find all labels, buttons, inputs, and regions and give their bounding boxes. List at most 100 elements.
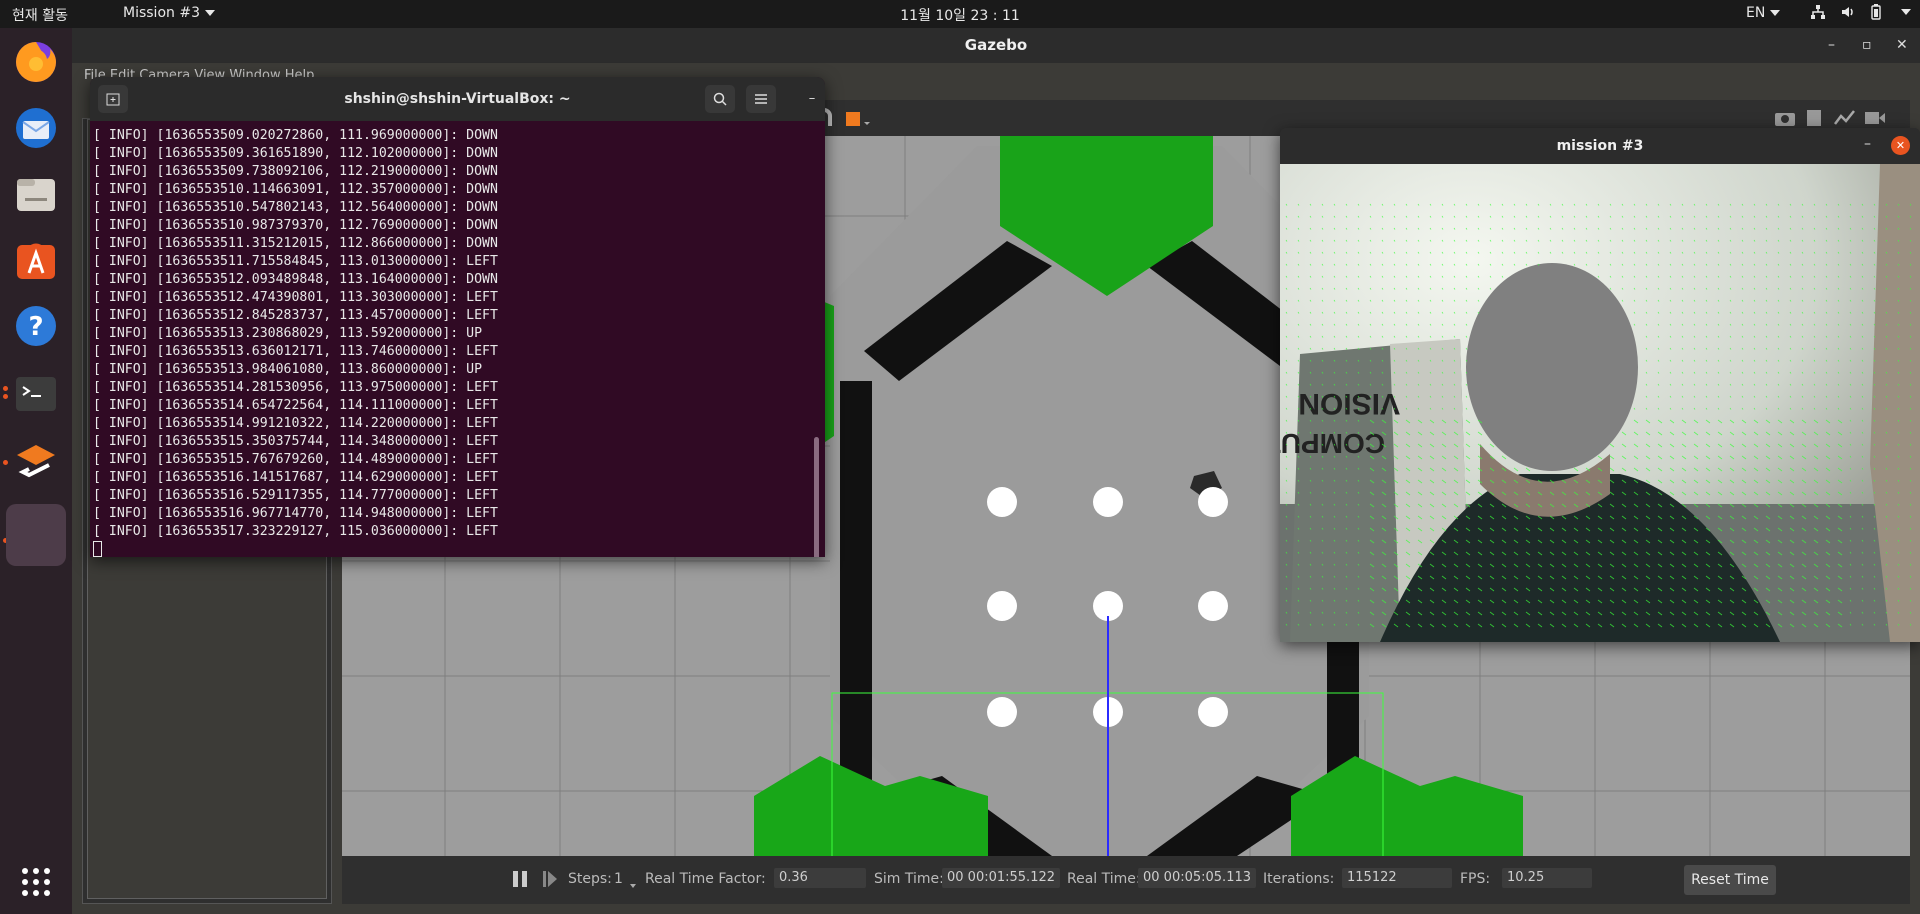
terminal-line: [ INFO] [1636553516.141517687, 114.62900… [93,470,498,485]
dock-gazebo-layers[interactable] [10,436,62,488]
svg-text:?: ? [28,312,43,342]
terminal-line: [ INFO] [1636553515.767679260, 114.48900… [93,452,498,467]
terminal-search-button[interactable] [705,85,735,113]
maximize-button[interactable]: ▫ [1862,28,1872,63]
terminal-line: [ INFO] [1636553512.845283737, 113.45700… [93,308,498,323]
terminal-line: [ INFO] [1636553512.474390801, 113.30300… [93,290,498,305]
dock-firefox[interactable] [10,36,62,88]
gazebo-titlebar[interactable]: Gazebo [72,28,1920,63]
dock-help[interactable]: ? [10,300,62,352]
iterations-label: Iterations: [1263,871,1335,887]
terminal-cursor [93,541,102,557]
steps-dropdown-icon[interactable] [625,878,636,894]
sim-status-bar: Steps: 1 Real Time Factor: 0.36 Sim Time… [342,856,1910,904]
activities-button[interactable]: 현재 활동 [12,5,68,25]
app-menu-label: Mission #3 [123,5,200,21]
terminal-line: [ INFO] [1636553509.361651890, 112.10200… [93,146,498,161]
sim-time-value: 00 00:01:55.122 [942,868,1060,888]
language-selector[interactable]: EN [1746,5,1781,21]
terminal-line: [ INFO] [1636553510.987379370, 112.76900… [93,218,498,233]
book-text-computer: COMPUTER [1280,428,1385,459]
chevron-down-icon [630,884,636,888]
terminal-line: [ INFO] [1636553513.230868029, 113.59200… [93,326,483,341]
terminal-line: [ INFO] [1636553509.020272860, 111.96900… [93,128,498,143]
video-record-icon[interactable] [1864,108,1886,128]
view-angle-icon[interactable] [844,108,870,128]
files-icon [17,179,55,211]
face-blur [1466,263,1638,471]
camera-title: mission #3 [1556,138,1644,154]
camera-window: mission #3 – ✕ VISION COMPUTER [1280,128,1920,642]
book-text-vision: VISION [1298,387,1400,420]
reset-time-button[interactable]: Reset Time [1684,865,1776,895]
software-icon [17,243,55,279]
plot-icon[interactable] [1834,108,1856,128]
steps-value[interactable]: 1 [614,871,623,887]
clock[interactable]: 11월 10일 23 : 11 [900,8,1020,24]
dock-files[interactable] [10,168,62,220]
camera-titlebar[interactable]: mission #3 [1280,128,1920,164]
terminal-menu-button[interactable] [746,85,776,113]
apps-grid-icon [22,868,50,896]
terminal-line: [ INFO] [1636553516.967714770, 114.94800… [93,506,498,521]
search-icon [713,92,727,106]
terminal-line: [ INFO] [1636553514.991210322, 114.22000… [93,416,498,431]
dock-active-window[interactable] [6,504,66,566]
app-menu[interactable]: Mission #3 [123,5,215,21]
rtf-label: Real Time Factor: [645,871,766,887]
dock-software[interactable] [10,234,62,286]
real-time-value: 00 00:05:05.113 [1138,868,1256,888]
thunderbird-icon [16,108,56,148]
firefox-icon [16,42,56,82]
chevron-down-icon [204,10,215,16]
camera-minimize-button[interactable]: – [1864,136,1871,152]
chevron-down-icon [1770,10,1781,16]
new-tab-icon [106,93,120,106]
clock-wrapper: 11월 10일 23 : 11 [0,5,1920,25]
dock-thunderbird[interactable] [10,102,62,154]
minimize-button[interactable]: – [1828,28,1835,63]
terminal-line: [ INFO] [1636553511.715584845, 113.01300… [93,254,498,269]
chevron-down-icon [1901,9,1911,15]
running-indicator [3,460,8,465]
power-menu-caret [1896,4,1911,20]
screenshot-icon[interactable] [1774,108,1796,128]
terminal-scrollbar[interactable] [814,437,819,557]
terminal-line: [ INFO] [1636553514.281530956, 113.97500… [93,380,498,395]
terminal-line: [ INFO] [1636553514.654722564, 114.11100… [93,398,498,413]
fps-value: 10.25 [1502,868,1592,888]
layers-icon [17,445,55,478]
terminal-line: [ INFO] [1636553513.984061080, 113.86000… [93,362,483,377]
dock-show-apps[interactable] [10,856,62,908]
real-time-label: Real Time: [1067,871,1141,887]
sim-time-label: Sim Time: [874,871,944,887]
log-icon[interactable] [1804,108,1826,128]
top-bar: 현재 활동 Mission #3 11월 10일 23 : 11 EN [0,0,1920,28]
terminal-output[interactable]: [ INFO] [1636553509.020272860, 111.96900… [90,121,825,557]
dock-terminal[interactable] [10,368,62,420]
camera-image: VISION COMPUTER [1280,164,1920,642]
close-button[interactable]: ✕ [1896,28,1908,63]
camera-close-button[interactable]: ✕ [1891,136,1910,155]
step-icon[interactable] [542,870,558,888]
terminal-icon [16,377,56,411]
gazebo-title: Gazebo [964,36,1028,54]
iterations-value: 115122 [1342,868,1452,888]
terminal-title: shshin@shshin-VirtualBox: ~ [344,91,571,107]
fps-label: FPS: [1460,871,1491,887]
terminal-minimize-button[interactable]: – [802,89,822,109]
terminal-line: [ INFO] [1636553513.636012171, 113.74600… [93,344,498,359]
volume-icon [1842,7,1853,17]
hamburger-icon [755,94,767,104]
new-tab-button[interactable] [98,85,128,113]
pause-icon[interactable] [512,870,528,888]
dock: ? [0,28,72,914]
terminal-line: [ INFO] [1636553517.323229127, 115.03600… [93,524,498,539]
terminal-line: [ INFO] [1636553516.529117355, 114.77700… [93,488,498,503]
network-icon [1811,5,1825,19]
system-tray[interactable] [1810,4,1911,20]
terminal-line: [ INFO] [1636553515.350375744, 114.34800… [93,434,498,449]
battery-icon [1871,4,1881,20]
help-icon: ? [16,306,56,346]
optical-flow-view: VISION COMPUTER [1280,164,1920,642]
